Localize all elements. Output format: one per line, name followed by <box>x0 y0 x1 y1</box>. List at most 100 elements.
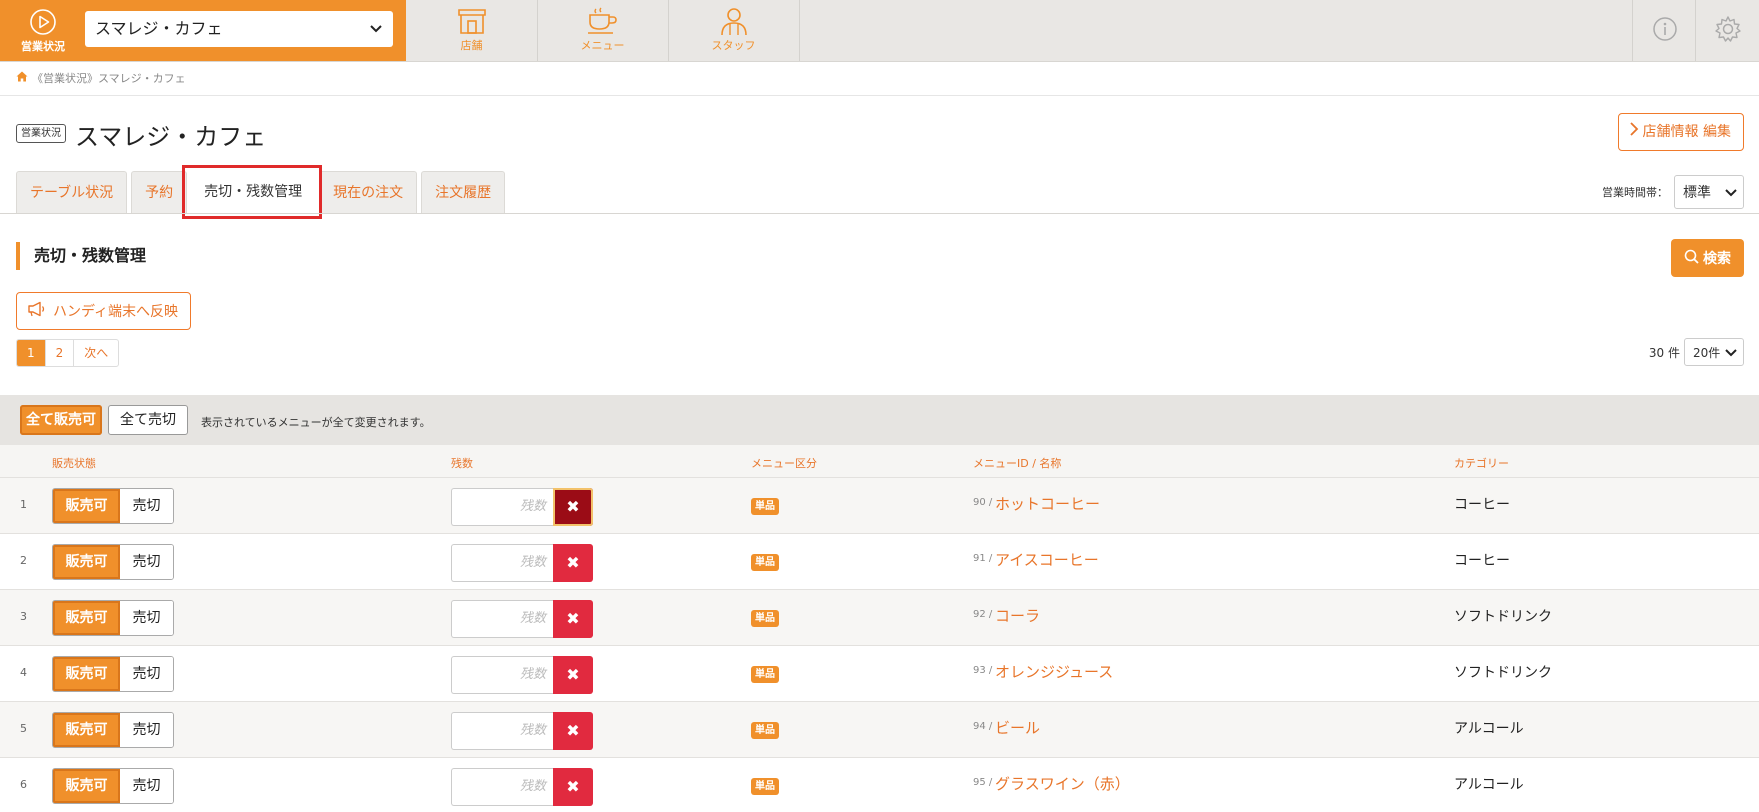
per-page-select[interactable]: 20件 <box>1684 338 1744 366</box>
stock-input[interactable]: 残数 <box>451 712 554 750</box>
close-icon: ✖ <box>566 553 580 572</box>
store-icon <box>406 6 537 36</box>
row-index: 2 <box>20 554 27 567</box>
play-circle-icon <box>14 8 72 36</box>
staff-icon <box>668 6 799 36</box>
clear-stock-button[interactable]: ✖ <box>553 544 593 582</box>
stock-input[interactable]: 残数 <box>451 656 554 694</box>
menu-id: 95 / <box>973 777 993 788</box>
home-icon[interactable] <box>16 71 28 85</box>
menu-name-link[interactable]: アイスコーヒー <box>995 549 1099 570</box>
clear-stock-button[interactable]: ✖ <box>553 656 593 694</box>
next-page-link[interactable]: 次へ <box>74 340 118 366</box>
chevron-right-icon <box>1629 113 1639 151</box>
row-index: 1 <box>20 498 27 511</box>
menu-type-badge: 単品 <box>751 610 779 627</box>
page-2[interactable]: 2 <box>46 340 75 366</box>
nav-item-menu[interactable]: メニュー <box>537 0 669 61</box>
menu-category: アルコール <box>1454 777 1524 793</box>
all-soldout-button[interactable]: 全て売切 <box>108 405 188 435</box>
menu-name-link[interactable]: オレンジジュース <box>995 661 1113 682</box>
bulk-note: 表示されているメニューが全て変更されます。 <box>201 416 431 429</box>
table-header: 販売状態 残数 メニュー区分 メニューID / 名称 カテゴリー <box>0 445 1759 477</box>
menu-id: 91 / <box>973 553 993 564</box>
soldout-button[interactable]: 売切 <box>120 713 173 747</box>
search-icon <box>1684 249 1699 268</box>
page-title: スマレジ・カフェ <box>75 123 267 151</box>
menu-cup-icon <box>537 6 668 36</box>
nav-item-store[interactable]: 店舗 <box>406 0 538 61</box>
divider <box>0 213 1759 214</box>
soldout-button[interactable]: 売切 <box>120 769 173 803</box>
available-button[interactable]: 販売可 <box>53 769 120 803</box>
sync-handy-label: ハンディ端末へ反映 <box>53 304 179 320</box>
stock-input[interactable]: 残数 <box>451 544 554 582</box>
nav-item-label: 店舗 <box>460 39 483 52</box>
menu-name-link[interactable]: ビール <box>995 717 1040 738</box>
clear-stock-button[interactable]: ✖ <box>553 712 593 750</box>
brand-area: 営業状況 スマレジ・カフェ <box>0 0 406 61</box>
column-id-name: メニューID / 名称 <box>973 457 1062 470</box>
nav-item-label: メニュー <box>580 39 625 52</box>
search-button[interactable]: 検索 <box>1671 239 1744 277</box>
menu-id: 94 / <box>973 721 993 732</box>
stock-input[interactable]: 残数 <box>451 488 554 526</box>
menu-category: アルコール <box>1454 721 1524 737</box>
shop-select[interactable]: スマレジ・カフェ <box>85 11 393 47</box>
edit-store-button[interactable]: 店舗情報 編集 <box>1617 113 1744 151</box>
stock-input[interactable]: 残数 <box>451 600 554 638</box>
menu-id: 90 / <box>973 497 993 508</box>
soldout-button[interactable]: 売切 <box>120 489 173 523</box>
edit-store-label: 店舗情報 編集 <box>1642 124 1731 140</box>
all-available-button[interactable]: 全て販売可 <box>20 405 102 435</box>
clear-stock-button[interactable]: ✖ <box>553 600 593 638</box>
section-title: 売切・残数管理 <box>16 242 146 270</box>
soldout-button[interactable]: 売切 <box>120 657 173 691</box>
table-row: 3 販売可 売切 残数 ✖ 単品 92 / コーラ ソフトドリンク <box>0 589 1759 646</box>
business-hours: 営業時間帯： 標準 <box>1602 175 1744 209</box>
menu-id: 93 / <box>973 665 993 676</box>
available-button[interactable]: 販売可 <box>53 657 120 691</box>
top-navbar: 営業状況 スマレジ・カフェ 店舗 メニュー スタッフ <box>0 0 1759 62</box>
soldout-button[interactable]: 売切 <box>120 601 173 635</box>
sync-handy-button[interactable]: ハンディ端末へ反映 <box>16 292 192 330</box>
menu-type-badge: 単品 <box>751 554 779 571</box>
sale-status-toggle: 販売可 売切 <box>52 544 174 580</box>
available-button[interactable]: 販売可 <box>53 545 120 579</box>
menu-type-badge: 単品 <box>751 666 779 683</box>
hours-select[interactable]: 標準 <box>1674 175 1744 209</box>
page-1[interactable]: 1 <box>17 340 46 366</box>
column-status: 販売状態 <box>52 457 96 470</box>
clear-stock-button[interactable]: ✖ <box>553 768 593 806</box>
menu-name-link[interactable]: グラスワイン（赤） <box>995 773 1130 794</box>
menu-name-link[interactable]: ホットコーヒー <box>995 493 1100 514</box>
close-icon: ✖ <box>566 497 580 516</box>
shop-select-value: スマレジ・カフェ <box>95 19 223 38</box>
tab-reservation[interactable]: 予約 <box>131 171 188 213</box>
status-badge: 営業状況 <box>16 124 66 143</box>
table-row: 6 販売可 売切 残数 ✖ 単品 95 / グラスワイン（赤） アルコール <box>0 757 1759 812</box>
per-page-value: 20件 <box>1693 346 1721 360</box>
menu-name-link[interactable]: コーラ <box>995 605 1040 626</box>
info-button[interactable] <box>1632 0 1696 61</box>
close-icon: ✖ <box>566 721 580 740</box>
nav-item-staff[interactable]: スタッフ <box>668 0 800 61</box>
settings-button[interactable] <box>1695 0 1759 61</box>
clear-stock-button[interactable]: ✖ <box>553 488 593 526</box>
breadcrumb: 《営業状況》スマレジ・カフェ <box>16 70 186 86</box>
status-nav-button[interactable]: 営業状況 <box>14 8 72 58</box>
tab-table-status[interactable]: テーブル状況 <box>16 171 128 213</box>
available-button[interactable]: 販売可 <box>53 489 120 523</box>
sale-status-toggle: 販売可 売切 <box>52 600 174 636</box>
tab-order-history[interactable]: 注文履歴 <box>421 171 506 213</box>
breadcrumb-text[interactable]: 《営業状況》スマレジ・カフェ <box>32 70 186 86</box>
divider <box>0 95 1759 96</box>
search-button-label: 検索 <box>1703 251 1731 267</box>
hours-label: 営業時間帯： <box>1602 186 1668 199</box>
available-button[interactable]: 販売可 <box>53 601 120 635</box>
table-row: 4 販売可 売切 残数 ✖ 単品 93 / オレンジジュース ソフトドリンク <box>0 645 1759 702</box>
tab-current-orders[interactable]: 現在の注文 <box>319 171 418 213</box>
soldout-button[interactable]: 売切 <box>120 545 173 579</box>
stock-input[interactable]: 残数 <box>451 768 554 806</box>
available-button[interactable]: 販売可 <box>53 713 120 747</box>
